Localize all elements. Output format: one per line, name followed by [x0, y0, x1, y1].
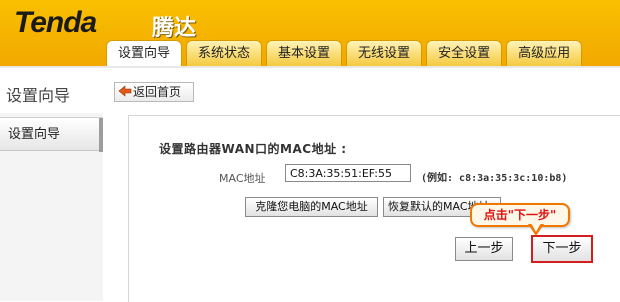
- tab-basic-settings[interactable]: 基本设置: [266, 40, 343, 67]
- page-title: 设置向导: [6, 86, 71, 105]
- sidebar-item-setup-wizard[interactable]: 设置向导: [0, 117, 103, 152]
- clone-mac-button[interactable]: 克隆您电脑的MAC地址: [245, 197, 378, 217]
- tab-wireless-settings[interactable]: 无线设置: [346, 40, 423, 67]
- logo-text: Tenda: [14, 6, 97, 39]
- instruction-callout: 点击"下一步": [470, 203, 570, 227]
- header-divider: [0, 66, 620, 68]
- panel-title: 设置路由器WAN口的MAC地址 :: [159, 142, 347, 156]
- tenda-logo: Tenda: [14, 6, 97, 40]
- back-home-button[interactable]: 返回首页: [114, 82, 194, 102]
- mac-example-hint: (例如: c8:3a:35:3c:10:b8): [421, 173, 568, 184]
- mac-address-label: MAC地址: [219, 172, 266, 185]
- tab-advanced[interactable]: 高级应用: [506, 40, 583, 67]
- back-arrow-icon: [118, 85, 132, 97]
- tab-system-status[interactable]: 系统状态: [186, 40, 263, 67]
- next-step-button[interactable]: 下一步: [531, 235, 593, 263]
- tab-setup-wizard[interactable]: 设置向导: [106, 40, 183, 68]
- mac-address-input[interactable]: [285, 164, 411, 182]
- main-tabs: 设置向导 系统状态 基本设置 无线设置 安全设置 高级应用: [106, 40, 586, 68]
- header-bar: Tenda 腾达 设置向导 系统状态 基本设置 无线设置 安全设置 高级应用: [0, 0, 620, 68]
- callout-pointer-inner: [531, 223, 541, 232]
- previous-step-button[interactable]: 上一步: [455, 237, 513, 261]
- logo-cn-text: 腾达: [152, 16, 197, 41]
- sidebar-item-label: 设置向导: [8, 127, 61, 142]
- back-home-label: 返回首页: [133, 85, 182, 99]
- sidebar: 设置向导: [0, 113, 103, 301]
- sidebar-item-edge: [99, 118, 103, 152]
- tab-security-settings[interactable]: 安全设置: [426, 40, 503, 67]
